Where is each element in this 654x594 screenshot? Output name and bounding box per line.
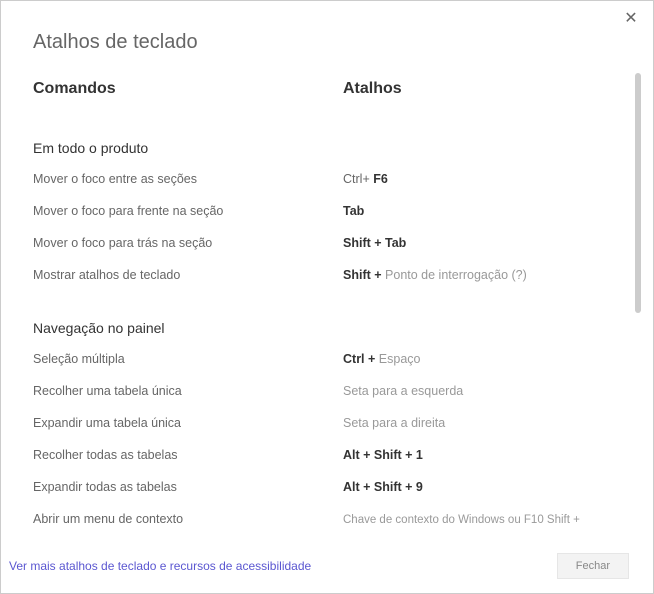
section-panel-navigation: Navegação no painel Seleção múltipla Ctr… <box>33 320 621 530</box>
shortcut-key: Alt + Shift + 1 <box>343 448 423 462</box>
shortcut-key: Shift + Tab <box>343 236 406 250</box>
shortcut-key: Shift + <box>343 268 385 282</box>
dialog-title: Atalhos de teclado <box>33 31 621 54</box>
shortcut-key: Ctrl + <box>343 352 379 366</box>
shortcut-row: Seleção múltipla Ctrl + Espaço <box>33 352 621 370</box>
keyboard-shortcuts-dialog: ✕ Atalhos de teclado Comandos Atalhos Em… <box>0 0 654 594</box>
shortcut-key: Alt + Shift + 9 <box>343 480 423 494</box>
shortcut-desc: Seta para a esquerda <box>343 384 463 398</box>
dialog-body: Atalhos de teclado Comandos Atalhos Em t… <box>1 1 653 541</box>
shortcut-desc: Seta para a direita <box>343 416 445 430</box>
more-shortcuts-link[interactable]: Ver mais atalhos de teclado e recursos d… <box>9 559 311 573</box>
shortcut-value: Shift + Tab <box>343 236 621 250</box>
shortcut-row: Mover o foco entre as seções Ctrl+ F6 <box>33 172 621 190</box>
shortcut-value: Chave de contexto do Windows ou F10 Shif… <box>343 514 621 526</box>
shortcut-row: Expandir todas as tabelas Alt + Shift + … <box>33 480 621 498</box>
shortcut-row: Mostrar atalhos de teclado Shift + Ponto… <box>33 268 621 286</box>
command-label: Mostrar atalhos de teclado <box>33 268 343 282</box>
column-headers-row: Comandos Atalhos <box>33 80 621 120</box>
shortcut-value: Tab <box>343 204 621 218</box>
close-button[interactable]: Fechar <box>557 553 629 579</box>
shortcut-row: Expandir uma tabela única Seta para a di… <box>33 416 621 434</box>
section-title: Em todo o produto <box>33 140 621 156</box>
command-label: Expandir todas as tabelas <box>33 480 343 494</box>
shortcut-value: Shift + Ponto de interrogação (?) <box>343 268 621 282</box>
shortcut-row: Mover o foco para trás na seção Shift + … <box>33 236 621 254</box>
section-product-wide: Em todo o produto Mover o foco entre as … <box>33 140 621 286</box>
command-label: Mover o foco para frente na seção <box>33 204 343 218</box>
section-title: Navegação no painel <box>33 320 621 336</box>
shortcut-value: Seta para a direita <box>343 416 621 430</box>
shortcut-key: Tab <box>343 204 364 218</box>
command-label: Recolher uma tabela única <box>33 384 343 398</box>
shortcut-row: Recolher uma tabela única Seta para a es… <box>33 384 621 402</box>
shortcut-row: Mover o foco para frente na seção Tab <box>33 204 621 222</box>
shortcut-value: Seta para a esquerda <box>343 384 621 398</box>
shortcut-desc: Ponto de interrogação (?) <box>385 268 527 282</box>
shortcut-value: Alt + Shift + 1 <box>343 448 621 462</box>
command-label: Abrir um menu de contexto <box>33 512 343 526</box>
shortcut-key: F6 <box>373 172 388 186</box>
commands-header: Comandos <box>33 80 343 98</box>
shortcuts-header: Atalhos <box>343 80 621 98</box>
shortcut-value: Alt + Shift + 9 <box>343 480 621 494</box>
shortcut-desc: Espaço <box>379 352 421 366</box>
shortcut-row: Recolher todas as tabelas Alt + Shift + … <box>33 448 621 466</box>
command-label: Recolher todas as tabelas <box>33 448 343 462</box>
shortcut-value: Ctrl+ F6 <box>343 172 621 186</box>
command-label: Expandir uma tabela única <box>33 416 343 430</box>
scrollbar-thumb[interactable] <box>635 73 641 313</box>
shortcut-value: Ctrl + Espaço <box>343 352 621 366</box>
dialog-footer: Ver mais atalhos de teclado e recursos d… <box>1 539 653 593</box>
shortcut-desc: Chave de contexto do Windows ou F10 Shif… <box>343 514 580 526</box>
command-label: Mover o foco entre as seções <box>33 172 343 186</box>
shortcut-row: Abrir um menu de contexto Chave de conte… <box>33 512 621 530</box>
shortcut-modifier: Ctrl+ <box>343 172 373 186</box>
command-label: Seleção múltipla <box>33 352 343 366</box>
command-label: Mover o foco para trás na seção <box>33 236 343 250</box>
